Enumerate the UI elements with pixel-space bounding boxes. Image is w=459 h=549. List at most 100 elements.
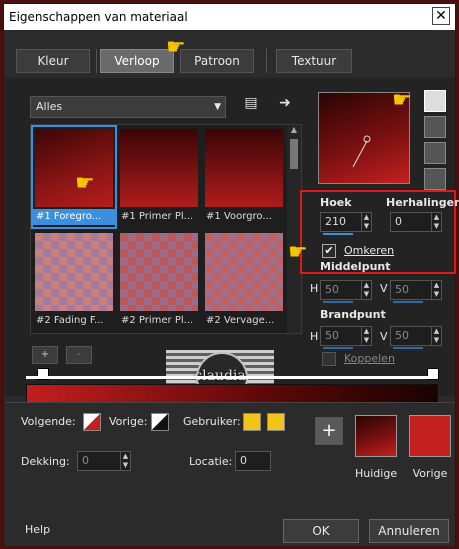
prev-color-swatch[interactable] [151, 413, 169, 431]
current-preview-swatch [355, 415, 397, 457]
center-h-spinbox[interactable]: 50 ▲ ▼ [320, 280, 372, 303]
tab-bar: Kleur Verloop Patroon Textuur ☛ [4, 31, 455, 78]
focal-v-slider-bar[interactable] [393, 347, 423, 349]
gallery-item[interactable]: #2 Fading F... [33, 231, 115, 331]
midpoint-track [26, 376, 438, 379]
scrollbar-thumb[interactable] [290, 139, 298, 169]
gradient-thumbnail [205, 129, 283, 207]
invert-checkbox[interactable]: ✔ [322, 244, 336, 258]
previous-label: Vorige [412, 467, 448, 480]
help-link[interactable]: Help [25, 523, 50, 536]
angle-label: Hoek [320, 196, 352, 209]
gallery-scrollbar[interactable]: ▲ [287, 125, 301, 333]
user-color-swatch-2[interactable] [267, 413, 285, 431]
scroll-up-icon[interactable]: ▲ [287, 125, 301, 137]
cancel-button[interactable]: Annuleren [369, 519, 449, 543]
center-v-label: V [380, 282, 388, 295]
focal-v-spinbox[interactable]: 50 ▲ ▼ [390, 326, 442, 349]
sunburst-style-button[interactable] [424, 142, 446, 164]
gallery-item[interactable]: #2 Vervage... [203, 231, 285, 331]
tab-textuur[interactable]: Textuur [276, 49, 352, 73]
title-bar: Eigenschappen van materiaal ✕ [4, 4, 455, 30]
opacity-label: Dekking: [21, 455, 70, 468]
add-gradient-button[interactable]: + [32, 346, 58, 364]
gallery-item-caption: #1 Foregro... [33, 209, 115, 225]
location-field[interactable]: 0 [235, 451, 271, 471]
window-title: Eigenschappen van materiaal [9, 10, 188, 24]
next-color-swatch[interactable] [83, 413, 101, 431]
pointer-hand-icon: ☛ [392, 88, 412, 113]
focal-h-slider-bar[interactable] [323, 347, 353, 349]
current-label: Huidige [355, 467, 398, 480]
stop-settings-panel: Volgende: Vorige: Gebruiker: Dekking: 0 … [5, 402, 455, 517]
dialog-footer: Help OK Annuleren [5, 517, 455, 546]
remove-gradient-button[interactable]: - [66, 346, 92, 364]
center-h-slider-bar[interactable] [323, 301, 353, 303]
spin-arrows-icon[interactable]: ▲ ▼ [431, 327, 441, 345]
tab-divider [266, 49, 267, 73]
spin-arrows-icon[interactable]: ▲ ▼ [431, 281, 441, 299]
location-label: Locatie: [189, 455, 233, 468]
gradient-thumbnail [35, 233, 113, 311]
gallery-item-caption: #2 Primer Pl... [121, 315, 194, 326]
center-v-slider-bar[interactable] [393, 301, 423, 303]
opacity-spinbox[interactable]: 0 ▲ ▼ [77, 451, 131, 471]
spin-arrows-icon[interactable]: ▲ ▼ [431, 213, 441, 231]
rectangular-style-button[interactable] [424, 116, 446, 138]
repeats-spinbox[interactable]: 0 ▲ ▼ [390, 212, 442, 232]
link-label: Koppelen [344, 352, 395, 365]
opacity-value: 0 [82, 454, 89, 467]
add-color-button[interactable]: + [315, 417, 343, 445]
material-properties-window: Eigenschappen van materiaal ✕ Kleur Verl… [3, 3, 459, 546]
repeats-label: Herhalingen [386, 196, 459, 209]
category-dropdown[interactable]: Alles ▼ [30, 96, 226, 118]
angle-slider-bar[interactable] [323, 233, 353, 235]
spin-arrows-icon[interactable]: ▲ ▼ [120, 452, 130, 470]
center-v-spinbox[interactable]: 50 ▲ ▼ [390, 280, 442, 303]
category-dropdown-value: Alles [36, 100, 63, 113]
library-icon[interactable]: ▤ [240, 92, 262, 114]
tab-verloop[interactable]: Verloop [100, 49, 174, 73]
focal-h-label: H [310, 330, 319, 343]
spin-arrows-icon[interactable]: ▲ ▼ [361, 213, 371, 231]
previous-preview-swatch[interactable] [409, 415, 451, 457]
gallery-item[interactable]: #1 Foregro... ☛ [31, 125, 117, 229]
pointer-hand-icon: ☛ [288, 240, 308, 265]
focal-v-label: V [380, 330, 388, 343]
center-v-value: 50 [395, 283, 409, 296]
gradient-gallery: #1 Foregro... ☛ #1 Primer Pl... #1 Voorg… [30, 124, 302, 334]
gallery-item-caption: #1 Voorgro... [206, 211, 272, 222]
focal-point-label: Brandpunt [320, 308, 386, 321]
pointer-hand-icon: ☛ [75, 171, 95, 196]
gallery-item[interactable]: #2 Primer Pl... [118, 231, 200, 331]
invert-label: Omkeren [344, 244, 395, 257]
ok-button[interactable]: OK [283, 519, 359, 543]
arrow-right-icon[interactable]: ➜ [274, 92, 296, 114]
focal-h-spinbox[interactable]: 50 ▲ ▼ [320, 326, 372, 349]
gradient-thumbnail [35, 129, 113, 207]
gallery-item-caption: #2 Vervage... [206, 315, 275, 326]
repeats-value: 0 [395, 215, 402, 228]
gallery-item[interactable]: #1 Voorgro... [203, 127, 285, 227]
close-icon[interactable]: ✕ [432, 7, 450, 25]
angle-value: 210 [325, 215, 346, 228]
gradient-thumbnail [205, 233, 283, 311]
gallery-item-caption: #1 Primer Pl... [121, 211, 194, 222]
focal-v-value: 50 [395, 329, 409, 342]
center-h-value: 50 [325, 283, 339, 296]
spin-arrows-icon[interactable]: ▲ ▼ [361, 327, 371, 345]
spin-arrows-icon[interactable]: ▲ ▼ [361, 281, 371, 299]
gradient-thumbnail [120, 233, 198, 311]
gallery-item[interactable]: #1 Primer Pl... [118, 127, 200, 227]
user-label: Gebruiker: [183, 415, 241, 428]
next-label: Volgende: [21, 415, 76, 428]
link-checkbox[interactable] [322, 352, 336, 366]
tab-kleur[interactable]: Kleur [16, 49, 90, 73]
focal-h-value: 50 [325, 329, 339, 342]
tab-patroon[interactable]: Patroon [180, 49, 254, 73]
radial-style-button[interactable] [424, 168, 446, 190]
angle-spinbox[interactable]: 210 ▲ ▼ [320, 212, 372, 235]
linear-style-button[interactable] [424, 90, 446, 112]
center-point-label: Middelpunt [320, 260, 391, 273]
user-color-swatch-1[interactable] [243, 413, 261, 431]
